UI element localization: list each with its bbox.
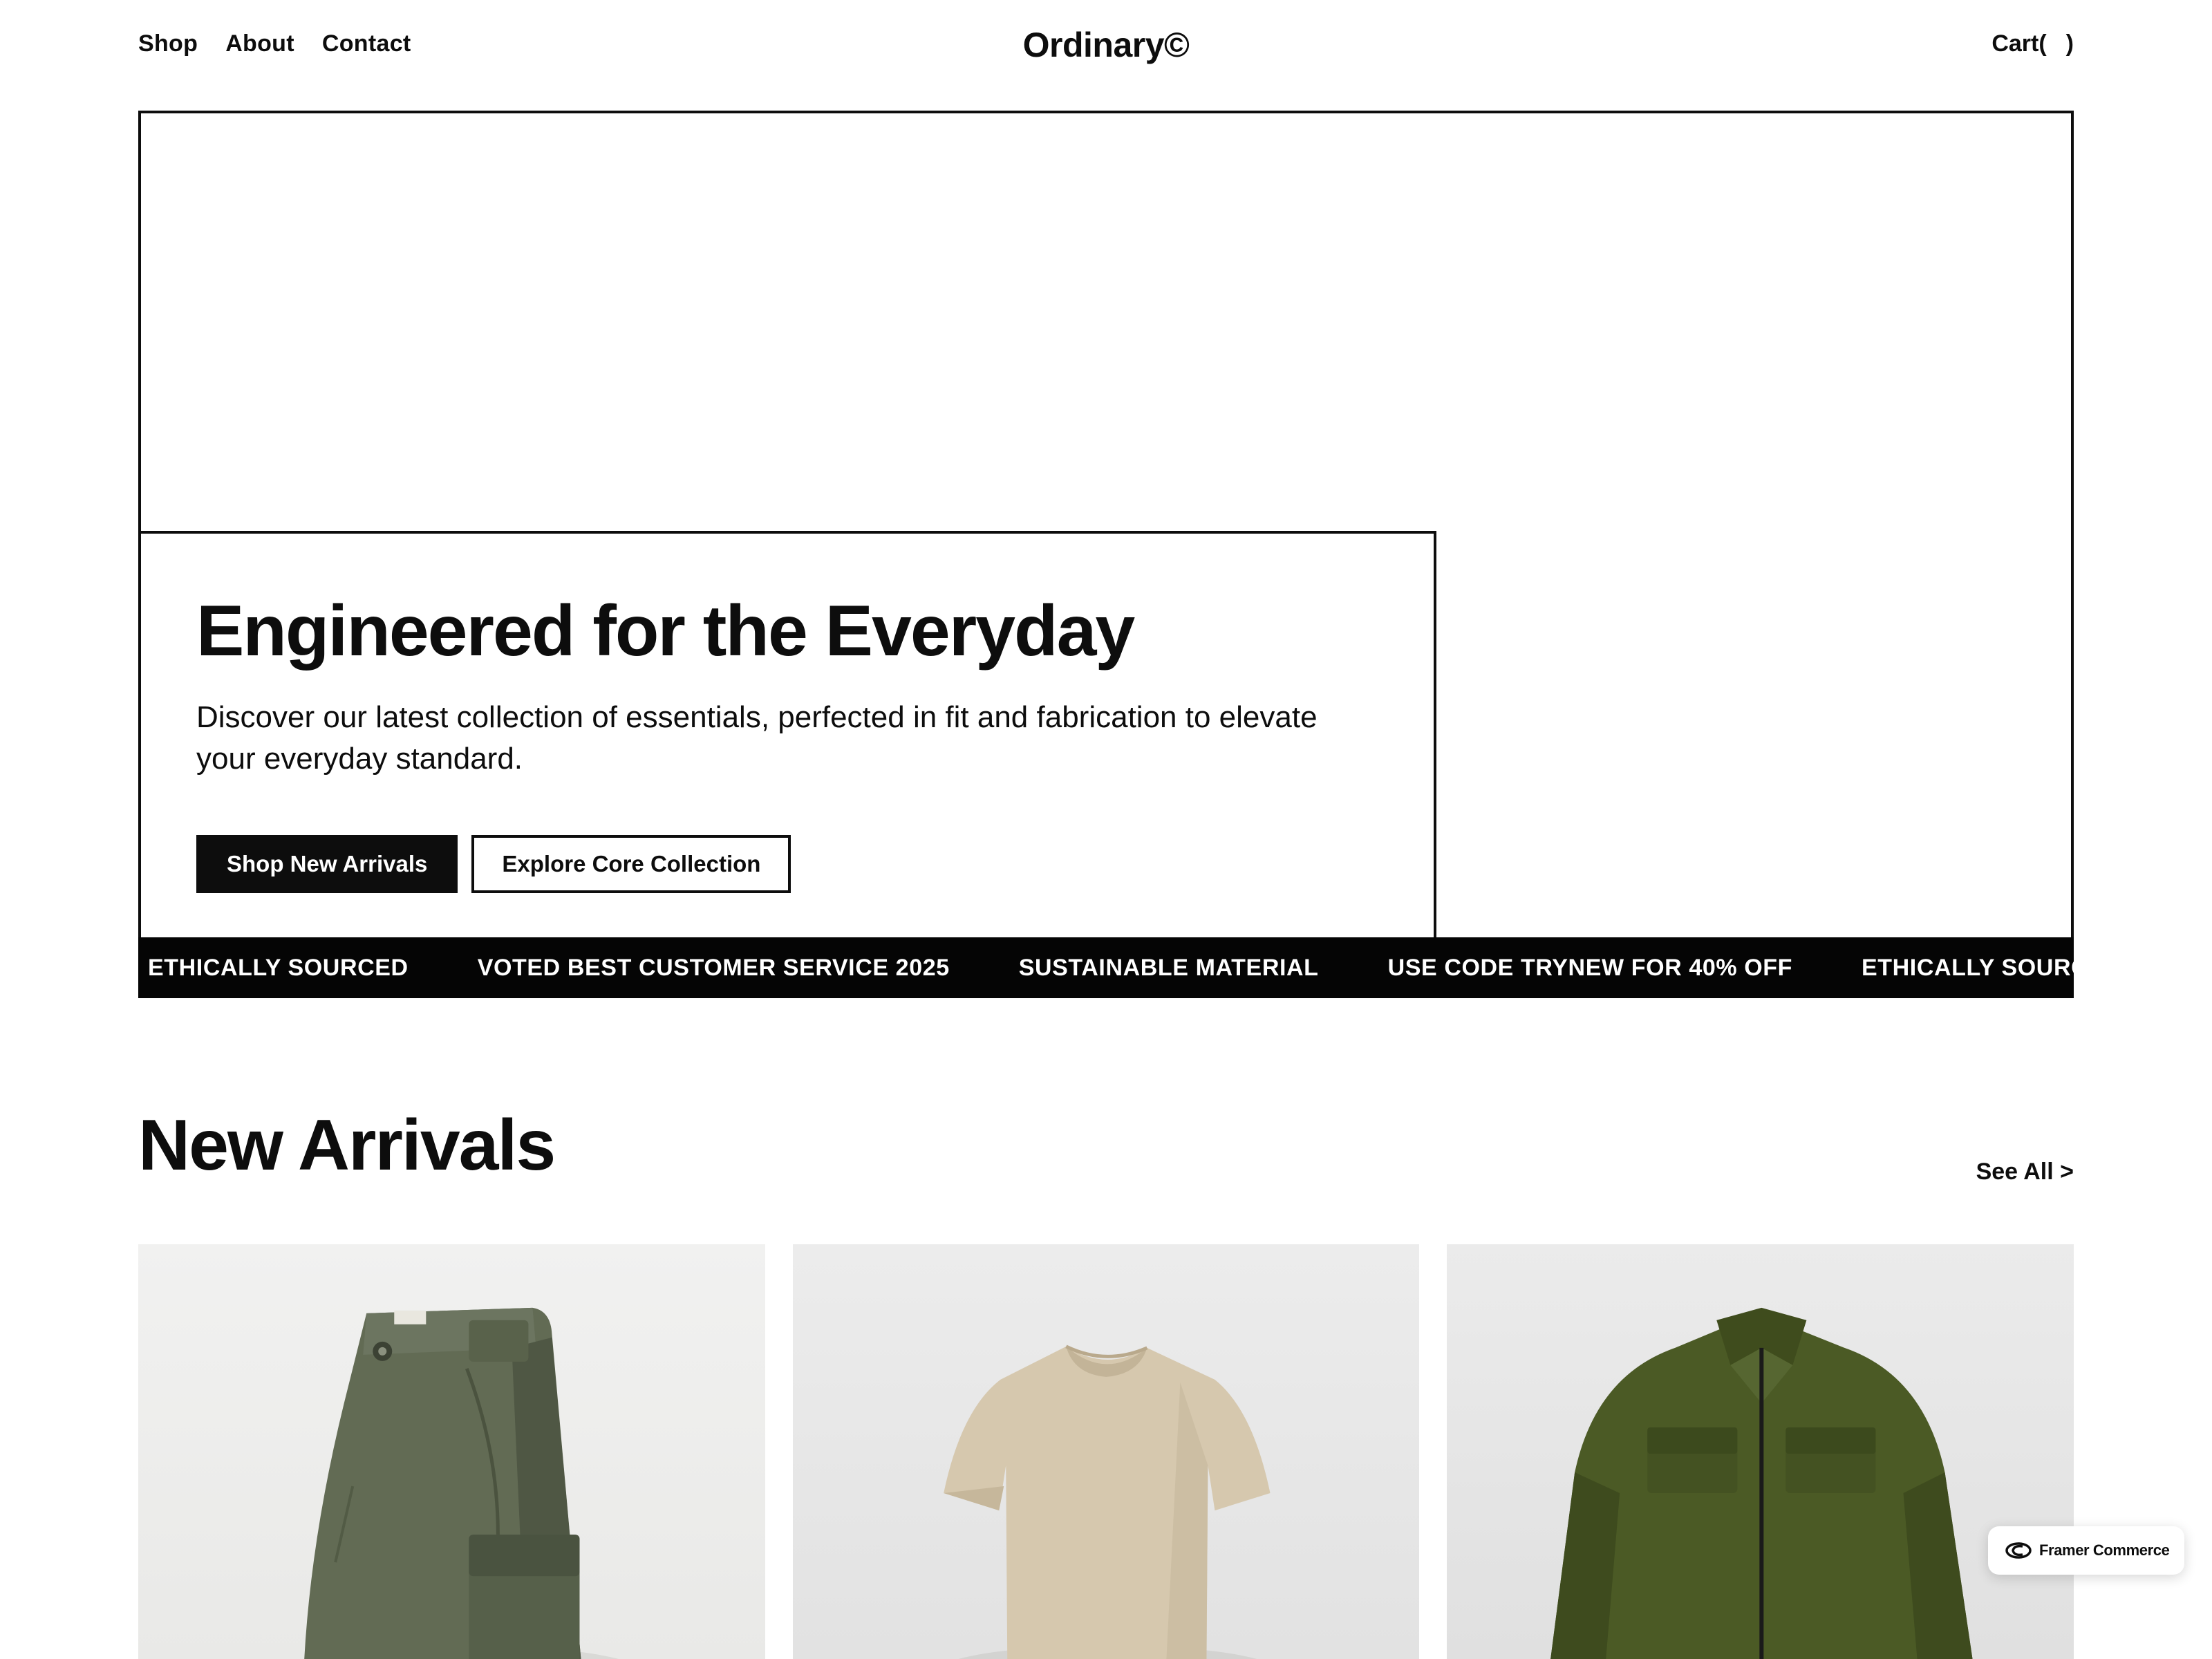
nav-link-contact[interactable]: Contact <box>322 30 411 57</box>
ticker-track: ETHICALLY SOURCED VOTED BEST CUSTOMER SE… <box>148 937 2074 998</box>
tshirt-image <box>943 1344 1271 1659</box>
hero-card: Engineered for the Everyday Discover our… <box>138 531 1436 943</box>
announcement-ticker: ETHICALLY SOURCED VOTED BEST CUSTOMER SE… <box>138 937 2074 998</box>
site-header: Shop About Contact Ordinary© Cart( ) <box>0 0 2212 97</box>
ticker-item: ETHICALLY SOURCED <box>1862 954 2074 981</box>
hero-section: Engineered for the Everyday Discover our… <box>138 111 2074 943</box>
hero-buttons: Shop New Arrivals Explore Core Collectio… <box>196 835 791 893</box>
cart-button[interactable]: Cart( ) <box>1991 30 2074 57</box>
nav-link-shop[interactable]: Shop <box>138 30 198 57</box>
shop-new-arrivals-button[interactable]: Shop New Arrivals <box>196 835 458 893</box>
ticker-item: SUSTAINABLE MATERIAL <box>1018 954 1319 981</box>
product-card-tshirt[interactable] <box>792 1244 1420 1659</box>
explore-core-collection-button[interactable]: Explore Core Collection <box>471 835 791 893</box>
ticker-item: ETHICALLY SOURCED <box>148 954 409 981</box>
product-card-jacket[interactable] <box>1447 1244 2074 1659</box>
framer-commerce-label: Framer Commerce <box>2039 1541 2170 1559</box>
product-card-cargo-shorts[interactable] <box>138 1244 765 1659</box>
cargo-shorts-image <box>304 1307 619 1659</box>
ticker-item: VOTED BEST CUSTOMER SERVICE 2025 <box>477 954 950 981</box>
ticker-item: USE CODE TRYNEW FOR 40% OFF <box>1387 954 1792 981</box>
framer-commerce-badge[interactable]: Framer Commerce <box>1988 1526 2184 1575</box>
cart-label: Cart( <box>1991 30 2047 57</box>
jacket-image <box>1550 1307 1973 1659</box>
framer-commerce-logo-icon <box>2005 1542 2032 1559</box>
cart-close-paren: ) <box>2065 30 2074 57</box>
hero-subtitle: Discover our latest collection of essent… <box>196 700 1318 776</box>
nav-link-about[interactable]: About <box>225 30 294 57</box>
main-nav: Shop About Contact <box>138 30 411 57</box>
new-arrivals-title: New Arrivals <box>138 1105 556 1185</box>
hero-title: Engineered for the Everyday <box>196 591 1135 671</box>
product-grid <box>138 1244 2074 1659</box>
see-all-link[interactable]: See All > <box>1976 1159 2074 1185</box>
